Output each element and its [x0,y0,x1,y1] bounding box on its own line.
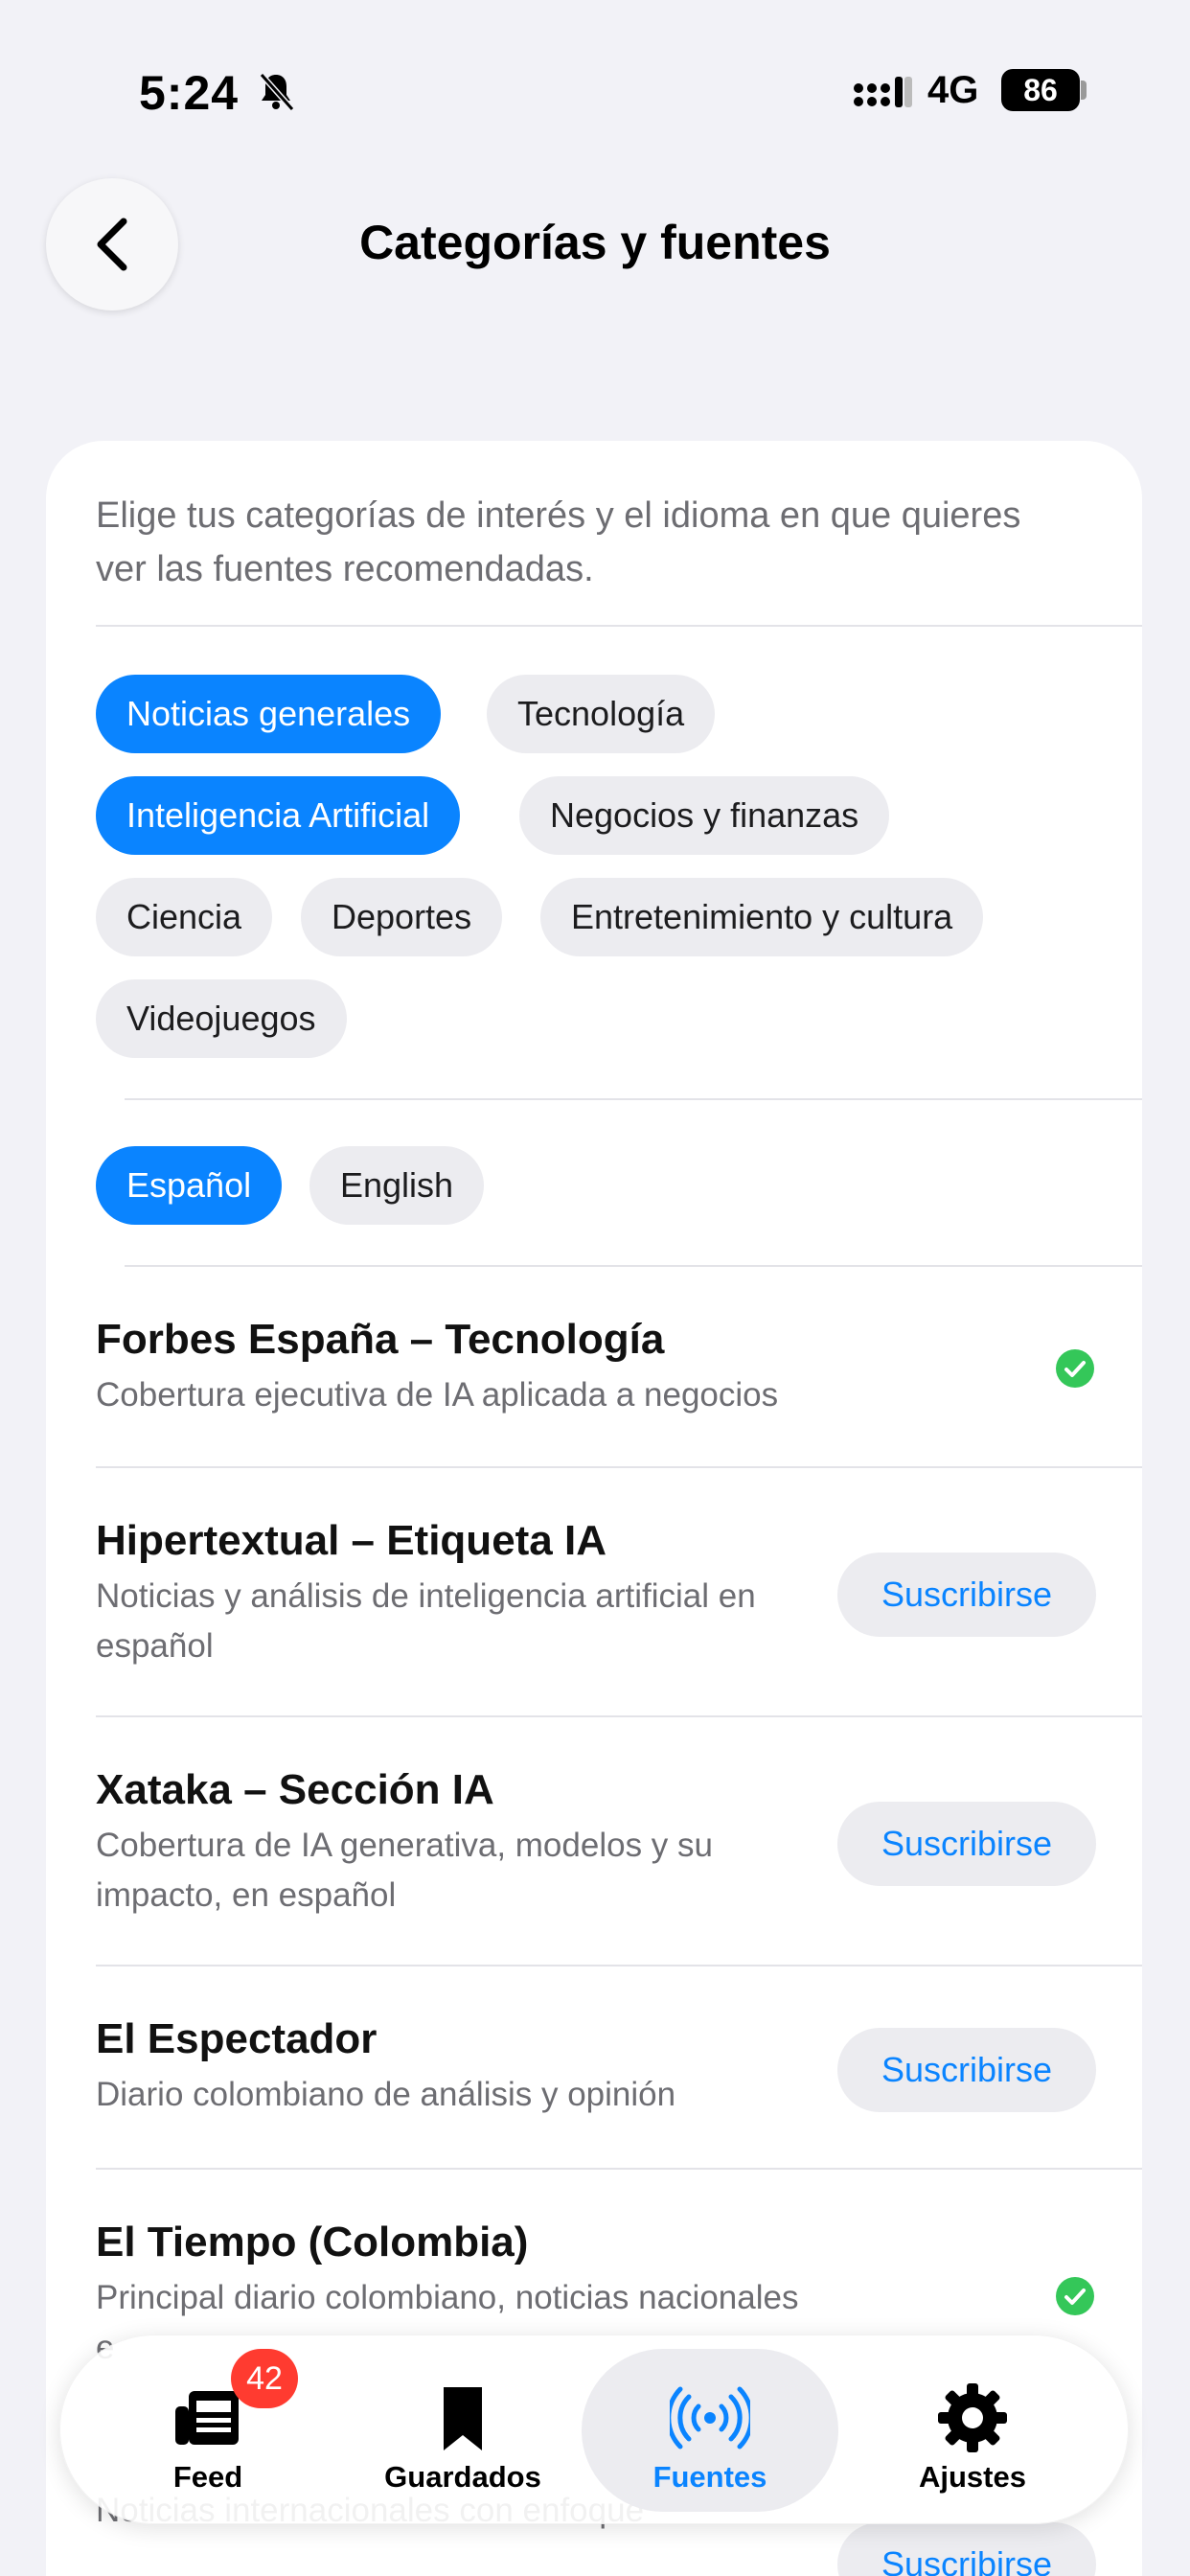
divider [96,1965,1142,1966]
subscribed-check-icon [1056,2277,1094,2315]
category-chip-inteligencia-artificial[interactable]: Inteligencia Artificial [96,776,461,855]
tab-label: Feed [172,2460,243,2494]
divider [96,1466,1142,1468]
source-description: Noticias y análisis de inteligencia arti… [96,1577,756,1665]
battery-indicator: 86 [1001,69,1080,111]
status-bar: 5:24 4G 86 [0,0,1190,182]
category-chip-ciencia[interactable]: Ciencia [96,878,273,956]
tab-label: Ajustes [919,2460,1026,2494]
subscribe-button[interactable]: Suscribirse [837,2522,1096,2576]
tab-feed[interactable]: 42 Feed [80,2349,336,2512]
notification-badge: 42 [231,2349,298,2408]
divider [125,1098,1142,1100]
source-name: El Tiempo (Colombia) [96,2219,529,2266]
divider [96,2168,1142,2170]
network-type: 4G [927,69,979,111]
category-chip-videojuegos[interactable]: Videojuegos [96,979,347,1058]
source-name: Forbes España – Tecnología [96,1316,665,1363]
source-description: Cobertura de IA generativa, modelos y su… [96,1827,713,1914]
language-chip-english[interactable]: English [309,1146,485,1225]
cellular-signal-icon [854,77,912,107]
category-chip-tecnologia[interactable]: Tecnología [487,675,716,753]
divider [96,625,1142,627]
intro-text: Elige tus categorías de interés y el idi… [96,495,1021,589]
divider [125,1265,1142,1267]
broadcast-icon [670,2386,750,2450]
language-chip-espanol[interactable]: Español [96,1146,283,1225]
subscribe-button[interactable]: Suscribirse [837,1552,1096,1637]
tab-ajustes[interactable]: Ajustes [844,2349,1101,2512]
gear-icon [938,2383,1007,2452]
tab-guardados[interactable]: Guardados [334,2349,591,2512]
tab-fuentes[interactable]: Fuentes [582,2349,838,2512]
tab-bar: 42 Feed Guardados Fuentes Ajustes [59,2334,1129,2524]
category-chip-negocios-y-finanzas[interactable]: Negocios y finanzas [519,776,890,855]
status-time: 5:24 [139,66,240,120]
bookmark-icon [444,2387,482,2450]
source-item[interactable]: Forbes España – Tecnología Cobertura eje… [96,1313,1092,1420]
divider [96,1715,1142,1717]
page-title: Categorías y fuentes [359,216,831,269]
subscribe-button[interactable]: Suscribirse [837,2028,1096,2112]
tab-label: Guardados [384,2460,541,2494]
source-description: Diario colombiano de análisis y opinión [96,2076,676,2113]
settings-card: Elige tus categorías de interés y el idi… [46,441,1142,2576]
category-chip-noticias-generales[interactable]: Noticias generales [96,675,442,753]
category-chip-entretenimiento-y-cultura[interactable]: Entretenimiento y cultura [540,878,984,956]
source-description: Cobertura ejecutiva de IA aplicada a neg… [96,1376,779,1414]
battery-cap [1081,80,1087,100]
bell-slash-icon [259,73,295,111]
tab-label: Fuentes [652,2460,767,2494]
category-chip-deportes[interactable]: Deportes [301,878,503,956]
subscribed-check-icon [1056,1349,1094,1388]
subscribe-button[interactable]: Suscribirse [837,1802,1096,1886]
